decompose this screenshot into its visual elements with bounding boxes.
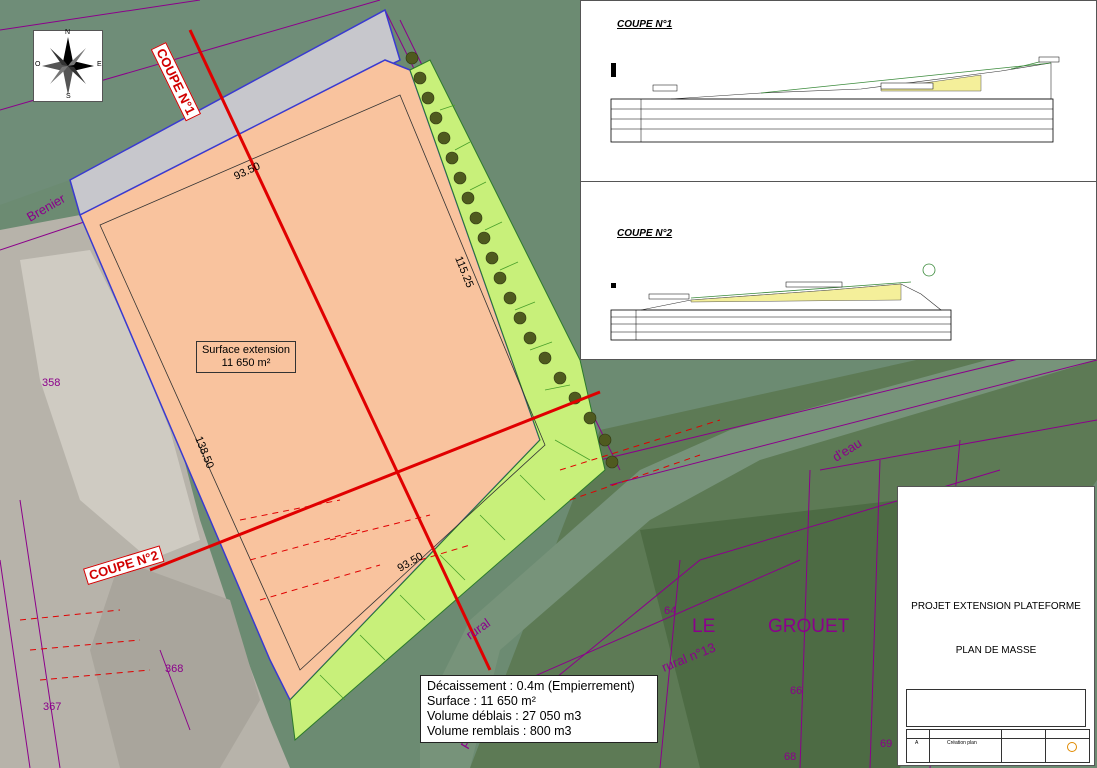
- parcel-367: 367: [43, 701, 61, 713]
- surface-value: 11 650 m²: [221, 357, 271, 369]
- place-grouet: GROUET: [768, 616, 850, 637]
- compass-s: S: [66, 93, 71, 100]
- compass-n: N: [65, 29, 71, 36]
- project-title: PROJET EXTENSION PLATEFORME: [911, 601, 1081, 612]
- parcel-69: 69: [880, 738, 892, 750]
- revision-table: A Création plan: [906, 729, 1090, 763]
- coupe1-profile: [610, 56, 1060, 143]
- note-surface: Surface : 11 650 m²: [427, 694, 536, 708]
- surface-extension-box: Surface extension 11 650 m²: [196, 341, 296, 373]
- volumes-note: Décaissement : 0.4m (Empierrement) Surfa…: [420, 675, 658, 743]
- parcel-66: 66: [790, 685, 802, 697]
- note-remblais: Volume remblais : 800 m3: [427, 724, 572, 738]
- place-le: LE: [692, 616, 715, 637]
- title-block-blank-box: [906, 689, 1086, 727]
- company-logo: [1067, 742, 1077, 752]
- plan-title: PLAN DE MASSE: [955, 645, 1037, 656]
- compass-o: O: [35, 61, 41, 68]
- compass-rose: N S O E: [33, 29, 103, 102]
- compass-e: E: [97, 61, 102, 68]
- parcel-68: 68: [784, 751, 796, 763]
- parcel-64: 64: [664, 605, 676, 617]
- revision-letter: A: [915, 740, 919, 746]
- surface-title: Surface extension: [201, 344, 291, 356]
- coupe2-panel: COUPE N°2: [580, 181, 1097, 360]
- parcel-358: 358: [42, 377, 60, 389]
- compass-star-icon: [42, 37, 94, 95]
- note-deblais: Volume déblais : 27 050 m3: [427, 709, 582, 723]
- title-block: PROJET EXTENSION PLATEFORME PLAN DE MASS…: [897, 486, 1095, 766]
- coupe1-panel: COUPE N°1: [580, 0, 1097, 182]
- note-decaissement: Décaissement : 0.4m (Empierrement): [427, 679, 635, 693]
- revision-description: Création plan: [947, 740, 977, 746]
- parcel-368: 368: [165, 663, 183, 675]
- coupe2-profile: [610, 263, 952, 341]
